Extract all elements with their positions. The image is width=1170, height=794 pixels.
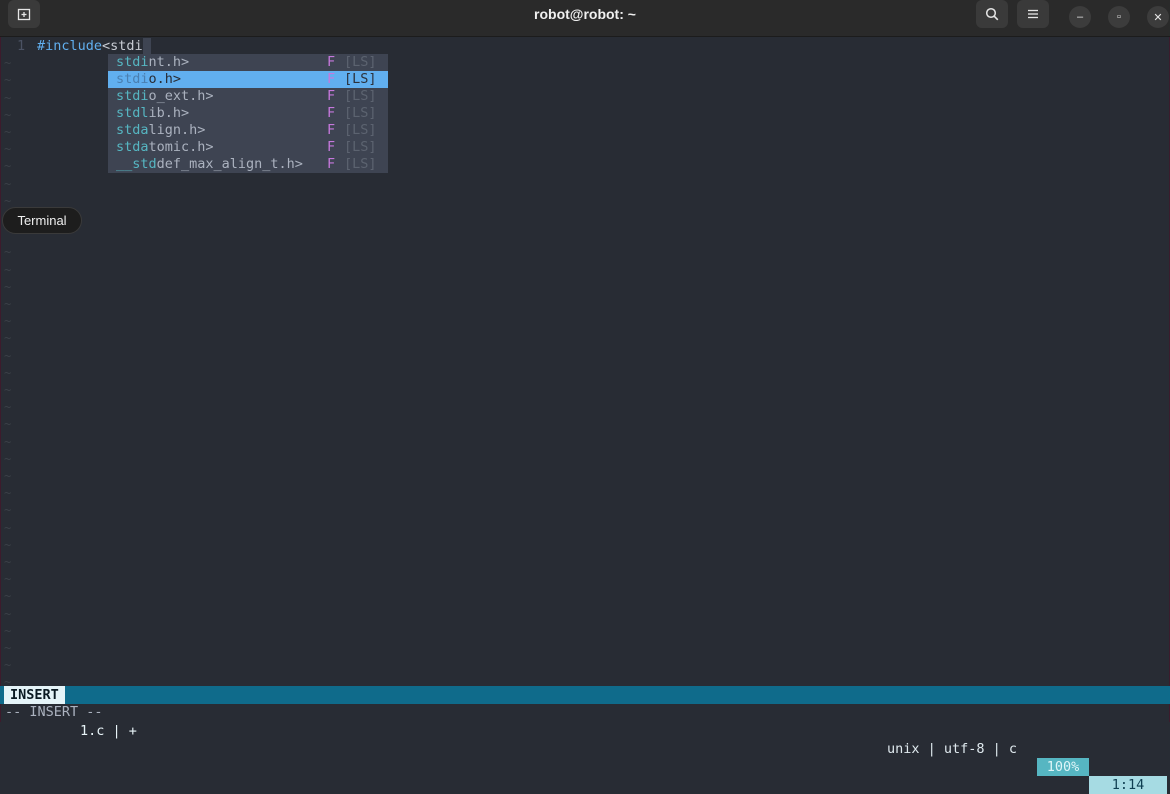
- scroll-percent: 100%: [1037, 758, 1089, 776]
- terminal-tooltip: Terminal: [2, 207, 82, 234]
- empty-line-tilde: ~: [4, 417, 12, 432]
- empty-line-tilde: ~: [4, 641, 12, 655]
- empty-line-tilde: ~: [4, 56, 12, 71]
- completion-source: [LS]: [344, 156, 377, 172]
- empty-line-tilde: ~: [4, 486, 12, 501]
- empty-line-tilde: ~: [4, 383, 12, 397]
- empty-line-tilde: ~: [4, 537, 12, 552]
- empty-line-tilde: ~: [4, 623, 12, 638]
- file-format: unix | utf-8 | c: [887, 741, 1018, 757]
- completion-item[interactable]: __stddef_max_align_t.h> F [LS]: [108, 156, 388, 173]
- title-bar: robot@robot: ~ – ▫ ✕: [0, 0, 1170, 37]
- empty-line-tilde: ~: [4, 73, 12, 88]
- empty-line-tilde: ~: [4, 90, 12, 105]
- empty-line-tilde: ~: [4, 331, 12, 346]
- completion-word: __stddef_max_align_t.h>: [116, 156, 303, 172]
- completion-word: stdatomic.h>: [116, 139, 214, 155]
- completion-kind: F: [327, 71, 336, 87]
- empty-line-tilde: ~: [4, 658, 12, 673]
- code-keyword: #include: [37, 38, 103, 54]
- empty-line-tilde: ~: [4, 297, 12, 311]
- status-line: INSERT 1.c | + unix | utf-8 | c 100% 1:1…: [0, 686, 1170, 794]
- text-cursor: [142, 38, 151, 54]
- command-line: -- INSERT --: [5, 704, 103, 720]
- empty-line-tilde: ~: [4, 279, 12, 294]
- empty-line-tilde: ~: [4, 434, 12, 449]
- completion-menu[interactable]: stdint.h> F [LS] stdio.h> F [LS] stdio_ext.h> F…: [108, 54, 388, 173]
- empty-line-tilde: ~: [4, 107, 12, 122]
- empty-line-tilde: ~: [4, 262, 12, 277]
- empty-line-tilde: ~: [4, 572, 12, 587]
- completion-word: stdalign.h>: [116, 122, 206, 138]
- menu-button[interactable]: [1017, 0, 1049, 28]
- empty-line-tilde: ~: [4, 503, 12, 518]
- empty-line-tilde: ~: [4, 469, 12, 483]
- completion-source: [LS]: [344, 139, 377, 155]
- completion-kind: F: [327, 139, 336, 155]
- completion-source: [LS]: [344, 71, 377, 87]
- maximize-icon: ▫: [1117, 11, 1121, 23]
- completion-kind: F: [327, 54, 336, 70]
- terminal-area[interactable]: 1 #include<stdi ~ ~ ~ ~ ~ ~ ~ ~ ~ ~ ~ ~ ~ ~ ~ ~ ~ ~ ~ ~ ~ ~ ~ ~…: [0, 37, 1170, 722]
- minimize-button[interactable]: –: [1069, 6, 1091, 28]
- empty-line-tilde: ~: [4, 159, 12, 174]
- completion-source: [LS]: [344, 105, 377, 121]
- close-button[interactable]: ✕: [1147, 6, 1169, 28]
- hamburger-menu-icon: [1028, 9, 1038, 19]
- completion-kind: F: [327, 156, 336, 172]
- empty-line-tilde: ~: [4, 125, 12, 139]
- completion-word: stdint.h>: [116, 54, 190, 70]
- completion-word: stdio.h>: [116, 71, 182, 87]
- empty-line-tilde: ~: [4, 555, 12, 569]
- empty-line-tilde: ~: [4, 589, 12, 604]
- empty-line-tilde: ~: [4, 176, 12, 191]
- empty-line-tilde: ~: [4, 348, 12, 363]
- empty-line-tilde: ~: [4, 451, 12, 466]
- cursor-position: 1:14: [1089, 776, 1167, 794]
- empty-line-tilde: ~: [4, 365, 12, 380]
- line-number: 1: [17, 38, 26, 54]
- empty-line-tilde: ~: [4, 314, 12, 329]
- completion-word: stdlib.h>: [116, 105, 190, 121]
- code-text: <stdi: [102, 38, 143, 54]
- completion-source: [LS]: [344, 54, 377, 70]
- search-button[interactable]: [976, 0, 1008, 28]
- completion-kind: F: [327, 88, 336, 104]
- completion-kind: F: [327, 122, 336, 138]
- completion-item[interactable]: stdlib.h> F [LS]: [108, 105, 388, 122]
- completion-item[interactable]: stdalign.h> F [LS]: [108, 122, 388, 139]
- completion-word: stdio_ext.h>: [116, 88, 214, 104]
- code-line[interactable]: #include<stdi: [37, 38, 151, 55]
- close-icon: ✕: [1153, 11, 1163, 24]
- completion-item[interactable]: stdio.h> F [LS]: [108, 71, 388, 88]
- empty-line-tilde: ~: [4, 400, 12, 415]
- maximize-button[interactable]: ▫: [1108, 6, 1130, 28]
- search-icon: [985, 7, 999, 21]
- minimize-icon: –: [1076, 11, 1084, 23]
- empty-line-tilde: ~: [4, 142, 12, 157]
- empty-line-tilde: ~: [4, 245, 12, 260]
- empty-line-tilde: ~: [4, 520, 12, 535]
- completion-source: [LS]: [344, 88, 377, 104]
- completion-kind: F: [327, 105, 336, 121]
- mode-indicator: INSERT: [4, 686, 65, 704]
- file-name: 1.c | +: [80, 723, 137, 739]
- completion-item[interactable]: stdint.h> F [LS]: [108, 54, 388, 71]
- completion-item[interactable]: stdatomic.h> F [LS]: [108, 139, 388, 156]
- completion-item[interactable]: stdio_ext.h> F [LS]: [108, 88, 388, 105]
- completion-source: [LS]: [344, 122, 377, 138]
- empty-line-tilde: ~: [4, 606, 12, 621]
